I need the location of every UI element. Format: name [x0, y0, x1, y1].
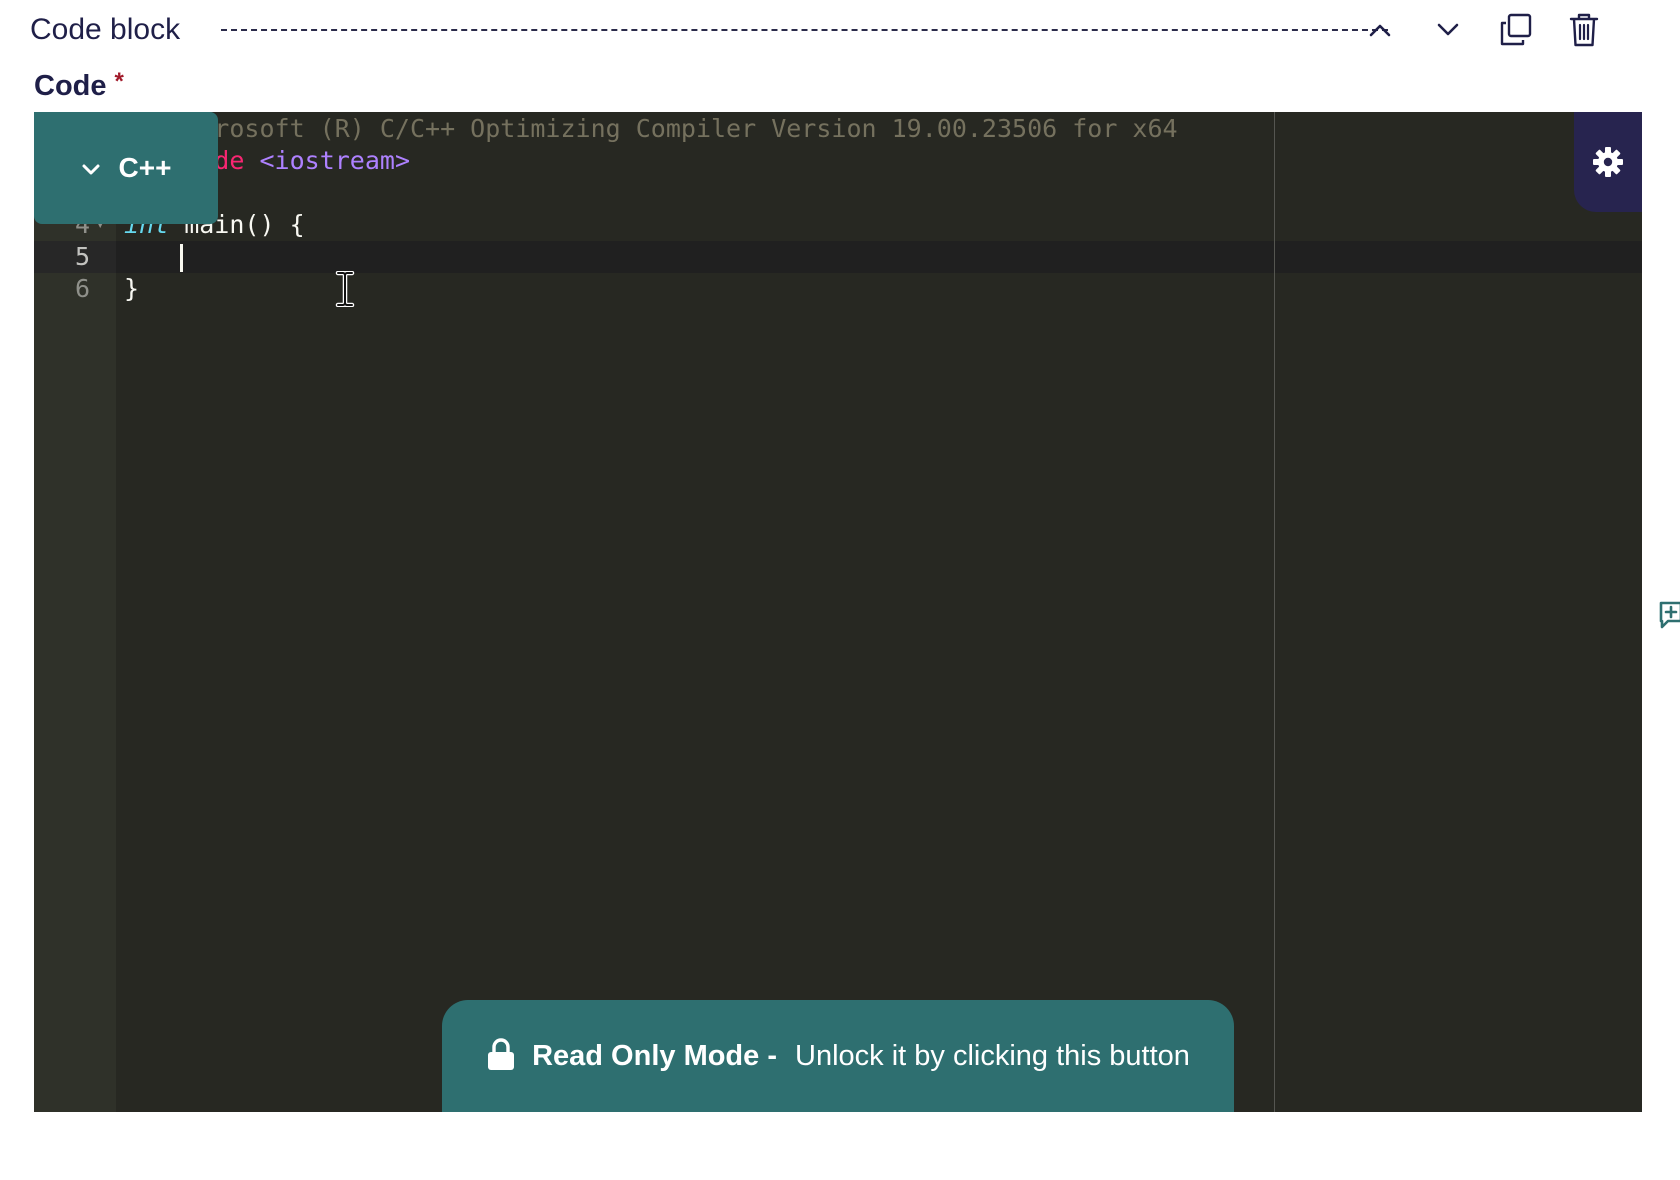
language-label: C++	[118, 152, 172, 183]
block-title: Code block	[30, 13, 181, 46]
code-line[interactable]: 3	[34, 177, 1634, 209]
gear-icon	[1593, 147, 1623, 177]
editor-settings-button[interactable]	[1574, 112, 1642, 212]
code-text: // Microsoft (R) C/C++ Optimizing Compil…	[124, 113, 1178, 145]
code-text: }	[124, 273, 139, 305]
code-editor[interactable]: 1// Microsoft (R) C/C++ Optimizing Compi…	[34, 112, 1642, 1112]
add-comment-icon[interactable]	[1657, 598, 1680, 630]
trash-icon	[1569, 13, 1599, 47]
code-line[interactable]: 1// Microsoft (R) C/C++ Optimizing Compi…	[34, 113, 1634, 145]
required-marker: *	[114, 68, 124, 95]
line-number: 6	[74, 274, 90, 303]
chevron-down-icon	[1437, 23, 1459, 36]
code-token: }	[124, 274, 140, 303]
move-down-button[interactable]	[1426, 8, 1470, 52]
code-label-text: Code	[34, 70, 107, 102]
delete-button[interactable]	[1562, 8, 1606, 52]
line-number: 5	[74, 242, 90, 271]
code-token: <iostream>	[259, 146, 410, 175]
code-token: // Microsoft (R) C/C++ Optimizing Compil…	[124, 114, 1178, 143]
code-line[interactable]: 4 ▾ int main() {	[34, 209, 1634, 241]
code-field-label: Code *	[34, 68, 124, 103]
lock-icon	[488, 1038, 515, 1070]
duplicate-button[interactable]	[1494, 8, 1538, 52]
code-line[interactable]: 2#include <iostream>	[34, 145, 1634, 177]
code-line[interactable]: 6}	[34, 273, 1634, 305]
code-line[interactable]: 5	[34, 241, 1634, 273]
read-only-unlock-button[interactable]: Read Only Mode - Unlock it by clicking t…	[442, 1000, 1234, 1112]
move-up-button[interactable]	[1358, 8, 1402, 52]
code-text	[124, 241, 184, 273]
text-caret	[180, 244, 183, 272]
block-header: Code block	[30, 8, 1650, 52]
read-only-title: Read Only Mode -	[532, 1039, 777, 1072]
chevron-up-icon	[1369, 24, 1391, 37]
duplicate-icon	[1500, 13, 1532, 46]
language-selector[interactable]: C++	[34, 112, 218, 224]
read-only-hint: Unlock it by clicking this button	[795, 1039, 1190, 1072]
chevron-down-icon	[82, 164, 100, 175]
text-cursor-icon	[335, 271, 355, 307]
header-divider	[221, 29, 1388, 31]
